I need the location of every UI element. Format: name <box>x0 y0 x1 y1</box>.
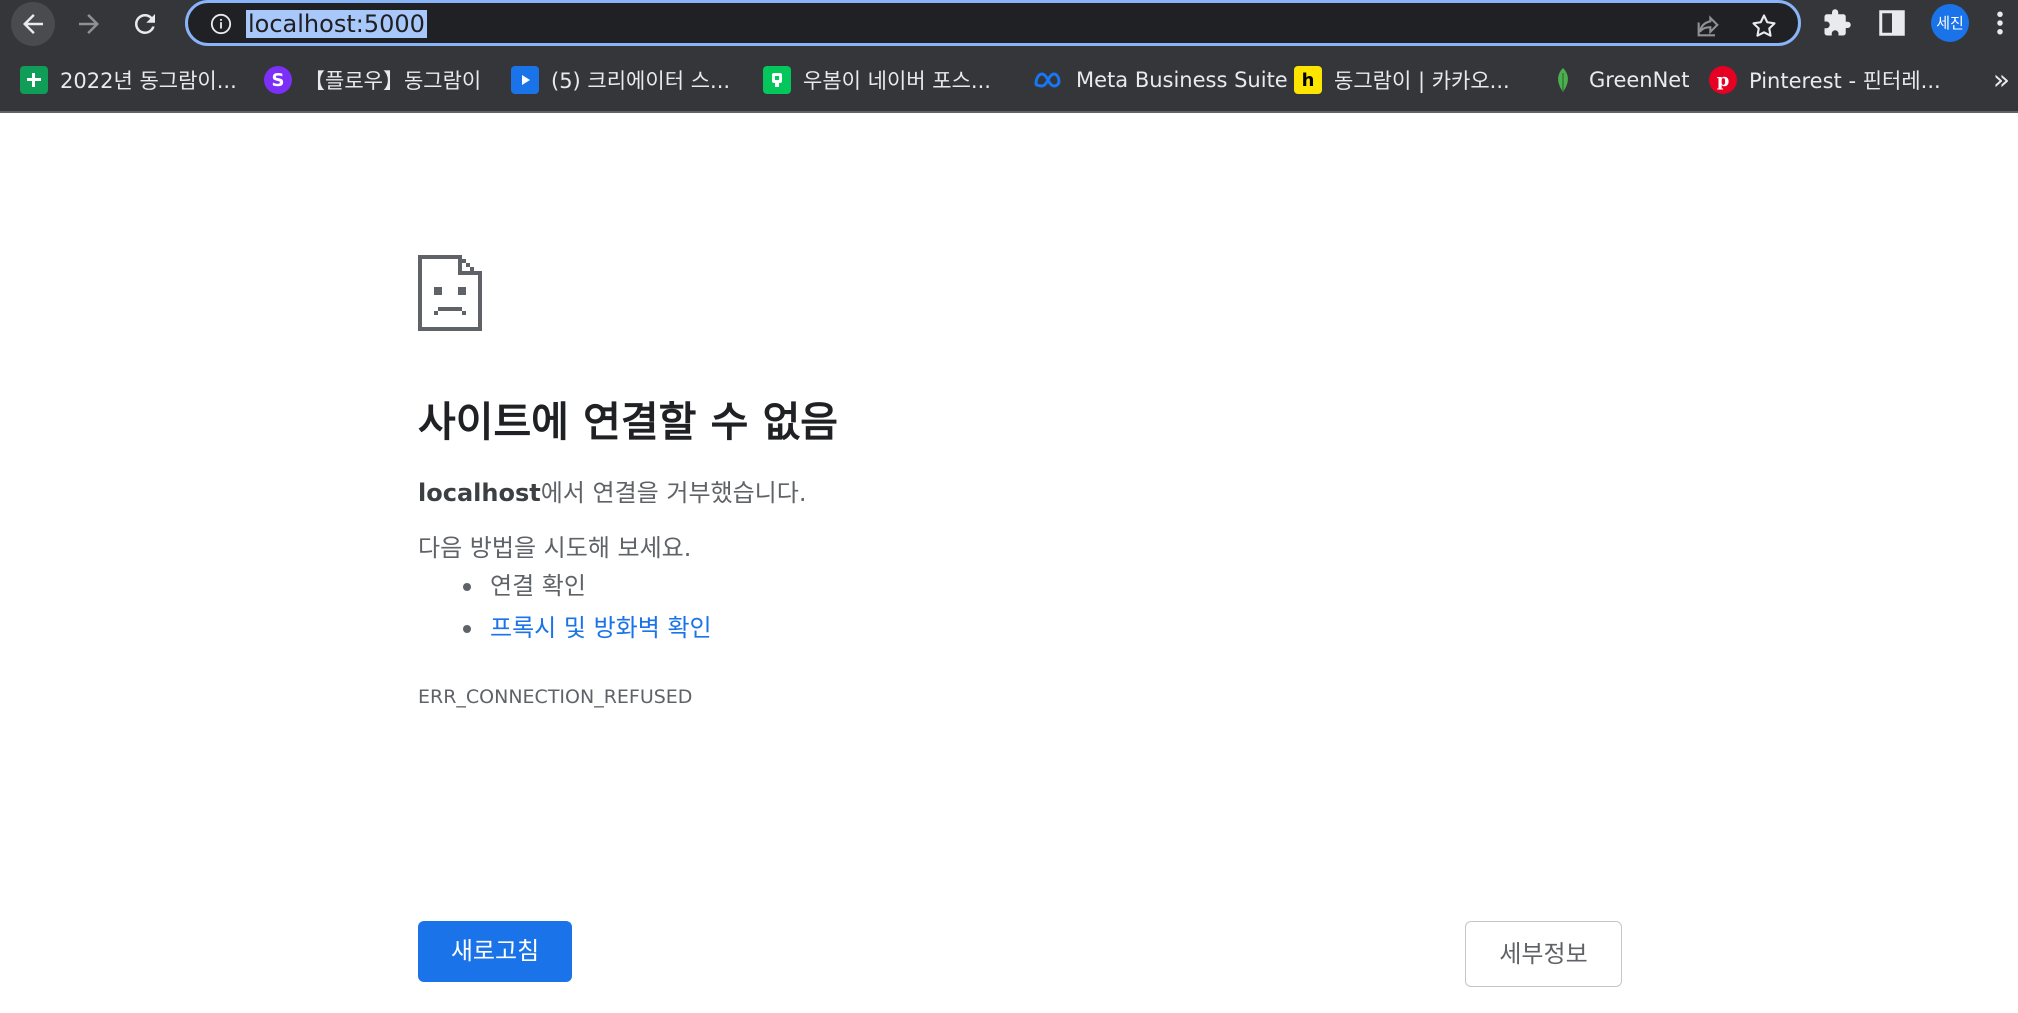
info-icon[interactable] <box>210 13 232 35</box>
sad-page-icon <box>418 255 482 331</box>
arrow-right-icon <box>79 14 99 34</box>
bookmark-label: 2022년 동그람이... <box>60 69 237 93</box>
error-host: localhost <box>418 479 541 507</box>
bookmark-item[interactable]: S 【플로우】동그람이 <box>264 58 481 102</box>
bookmark-label: 【플로우】동그람이 <box>304 69 482 93</box>
bookmark-item[interactable]: Meta Business Suite <box>1032 58 1288 102</box>
error-page: 사이트에 연결할 수 없음 localhost에서 연결을 거부했습니다. 다음… <box>0 113 2018 1013</box>
reload-page-button[interactable]: 새로고침 <box>418 921 572 982</box>
bookmark-label: Meta Business Suite <box>1076 68 1288 92</box>
kakao-h-icon: h <box>1294 66 1322 94</box>
browser-chrome: localhost:5000 세진 2022년 동그람이... S 【플로우】동… <box>0 0 2018 113</box>
bookmark-label: GreenNet <box>1589 68 1690 92</box>
bookmark-item[interactable]: 우봄이 네이버 포스... <box>763 58 991 102</box>
error-description: localhost에서 연결을 거부했습니다. <box>418 473 806 508</box>
bookmark-item[interactable]: GreenNet <box>1549 58 1689 102</box>
bookmark-label: Pinterest - 핀터레... <box>1749 69 1941 93</box>
pinterest-icon: p <box>1709 66 1737 94</box>
star-icon[interactable] <box>1750 12 1778 40</box>
bookmark-item[interactable]: p Pinterest - 핀터레... <box>1709 58 1941 102</box>
bookmark-item[interactable]: 2022년 동그람이... <box>20 58 237 102</box>
suggestions-title: 다음 방법을 시도해 보세요. <box>418 534 692 562</box>
extensions-puzzle-icon[interactable] <box>1822 8 1852 38</box>
greennet-leaf-icon <box>1549 66 1577 94</box>
suggestions-list: 연결 확인 프록시 및 방화벽 확인 <box>460 565 712 649</box>
arrow-left-icon <box>23 14 43 34</box>
suggestion-check-connection: 연결 확인 <box>460 565 712 607</box>
error-title: 사이트에 연결할 수 없음 <box>418 398 839 446</box>
google-sheets-icon <box>20 66 48 94</box>
meta-icon <box>1032 66 1064 94</box>
refresh-icon <box>134 13 155 34</box>
reload-button[interactable] <box>123 2 167 46</box>
kebab-menu-icon[interactable] <box>1990 8 2010 38</box>
share-icon[interactable] <box>1694 12 1722 40</box>
error-description-text: 에서 연결을 거부했습니다. <box>540 479 807 507</box>
bookmark-label: 동그람이 | 카카오... <box>1334 69 1510 93</box>
bookmark-label: (5) 크리에이터 스... <box>551 69 731 93</box>
address-bar[interactable]: localhost:5000 <box>185 0 1801 46</box>
naver-post-icon <box>763 66 791 94</box>
bookmark-label: 우봄이 네이버 포스... <box>803 69 991 93</box>
more-bookmarks-button[interactable]: » <box>1993 58 2010 102</box>
side-panel-icon[interactable] <box>1877 8 1907 38</box>
suggestion-check-proxy-firewall-link[interactable]: 프록시 및 방화벽 확인 <box>460 607 712 649</box>
forward-button[interactable] <box>67 2 111 46</box>
browser-toolbar: localhost:5000 세진 <box>0 0 2018 46</box>
flow-icon: S <box>264 66 292 94</box>
url-text[interactable]: localhost:5000 <box>246 10 427 38</box>
details-button[interactable]: 세부정보 <box>1465 921 1622 987</box>
error-code: ERR_CONNECTION_REFUSED <box>418 686 693 708</box>
back-button[interactable] <box>11 2 55 46</box>
bookmark-item[interactable]: (5) 크리에이터 스... <box>511 58 730 102</box>
bookmarks-bar: 2022년 동그람이... S 【플로우】동그람이 (5) 크리에이터 스...… <box>0 58 2018 102</box>
profile-avatar[interactable]: 세진 <box>1931 4 1969 42</box>
creator-studio-icon <box>511 66 539 94</box>
bookmark-item[interactable]: h 동그람이 | 카카오... <box>1294 58 1510 102</box>
